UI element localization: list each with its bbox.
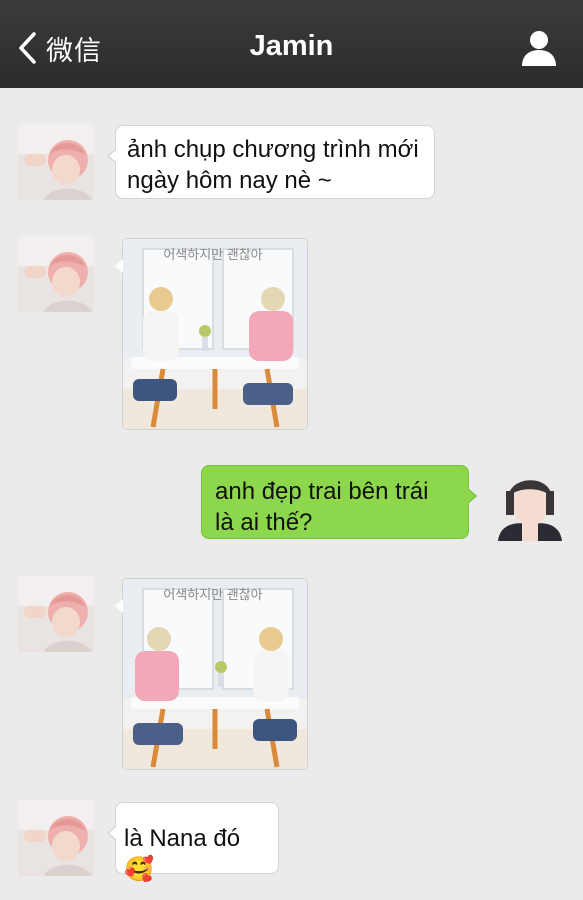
contact-avatar[interactable] — [18, 236, 94, 312]
top-navigation-bar: 微信 Jamin — [0, 0, 583, 88]
message-bubble-incoming[interactable]: là Nana đó 🥰 — [107, 802, 279, 883]
person-icon[interactable] — [519, 28, 559, 68]
photo-thumbnail — [123, 579, 307, 769]
contact-avatar[interactable] — [18, 124, 94, 200]
contact-avatar[interactable] — [18, 800, 94, 876]
message-text-line: là ai thế? — [215, 509, 313, 536]
message-text-line: anh đẹp trai bên trái — [215, 478, 429, 505]
contact-avatar-photo — [18, 236, 94, 312]
my-avatar[interactable] — [492, 465, 568, 541]
contact-avatar-photo — [18, 124, 94, 200]
contact-avatar-photo — [18, 576, 94, 652]
message-text-line: ngày hôm nay nè ~ — [127, 167, 332, 194]
message-bubble-outgoing[interactable]: anh đẹp trai bên trái là ai thế? — [201, 465, 477, 539]
my-avatar-photo — [492, 465, 568, 541]
smiling-face-with-hearts-icon: 🥰 — [124, 856, 154, 883]
image-caption: 어색하지만 괜찮아 — [163, 247, 263, 262]
message-bubble-incoming[interactable]: ảnh chụp chương trình mới ngày hôm nay n… — [107, 125, 435, 199]
image-caption: 어색하지만 괜찮아 — [163, 587, 263, 602]
contact-avatar-photo — [18, 800, 94, 876]
contact-avatar[interactable] — [18, 576, 94, 652]
image-message[interactable]: 어색하지만 괜찮아 — [115, 578, 308, 770]
photo-thumbnail — [123, 239, 307, 429]
message-text-line: ảnh chụp chương trình mới — [127, 136, 419, 163]
chat-title: Jamin — [249, 30, 334, 62]
message-text: là Nana đó — [124, 825, 241, 852]
image-message[interactable]: 어색하지만 괜찮아 — [115, 238, 308, 430]
